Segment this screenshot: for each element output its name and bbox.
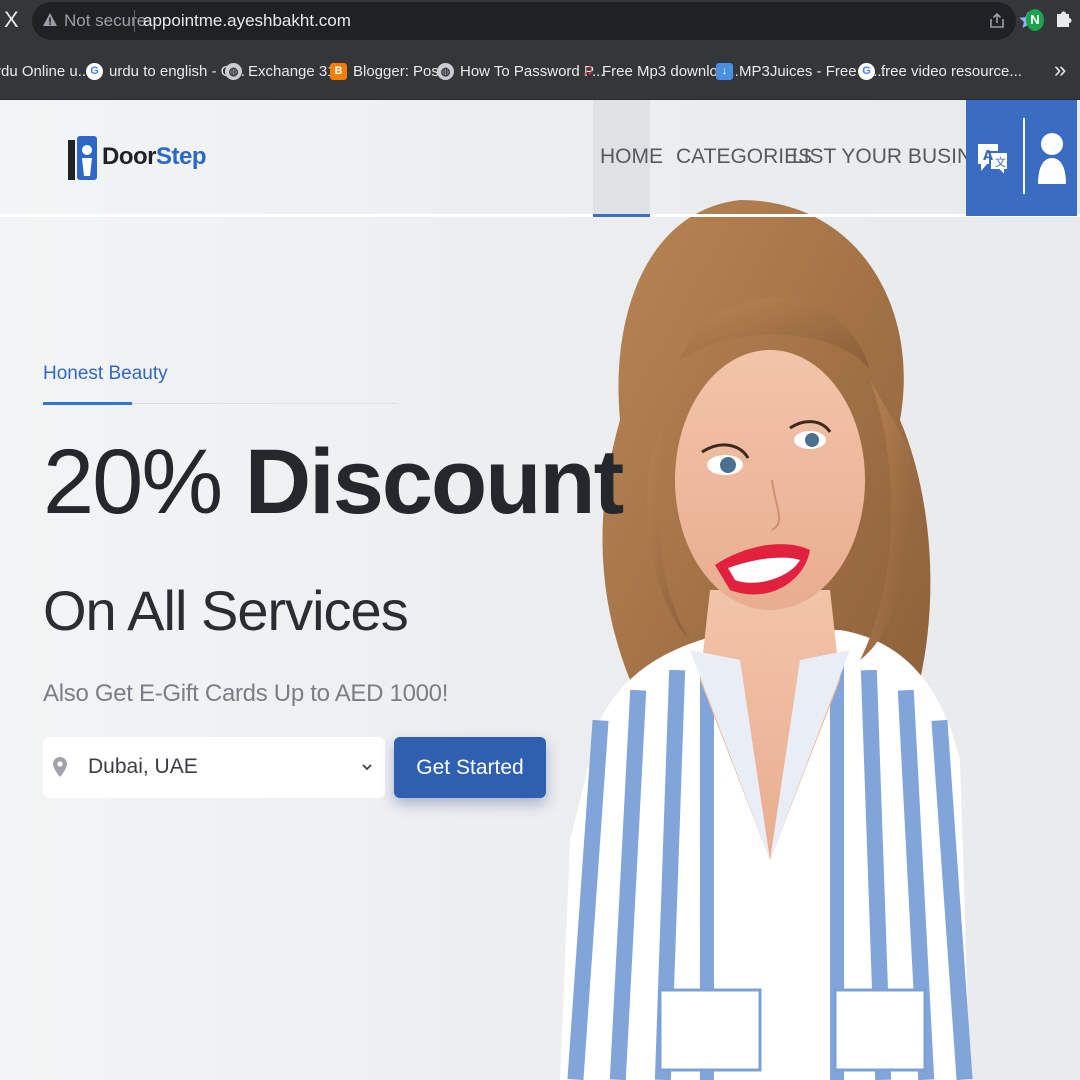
bookmark-item[interactable]: rdu Online u... — [0, 59, 90, 83]
bookmark-item[interactable]: B Blogger: Posts — [330, 59, 451, 83]
logo-text-door: Door — [102, 143, 157, 170]
google-icon: G — [86, 62, 103, 80]
doorstep-logo[interactable]: DoorStep — [68, 132, 207, 182]
svg-text:A: A — [983, 149, 993, 164]
globe-icon: ◍ — [437, 62, 454, 80]
hero-promo-text: Also Get E-Gift Cards Up to AED 1000! — [43, 680, 449, 707]
bookmark-label: free video resource... — [881, 62, 1022, 80]
globe-icon: ◍ — [225, 62, 242, 80]
logo-door-icon — [68, 136, 97, 180]
close-tab-button[interactable]: X — [4, 6, 24, 34]
location-select[interactable]: Dubai, UAE — [43, 737, 385, 798]
address-bar[interactable]: Not secure appointme.ayeshbakht.com — [32, 2, 1037, 40]
blogger-icon: B — [330, 62, 347, 80]
bookmark-item[interactable]: G urdu to english - G... — [86, 59, 245, 83]
bookmark-item[interactable]: ◍ Exchange 312 — [225, 59, 344, 83]
eyebrow-underline — [43, 402, 132, 405]
download-icon: ↓ — [716, 62, 733, 80]
bookmark-item[interactable]: G free video resource... — [858, 59, 1022, 83]
bookmarks-bar: rdu Online u... G urdu to english - G...… — [0, 43, 1080, 100]
hero-model-image — [560, 200, 973, 1080]
extension-n-icon[interactable]: N — [1026, 9, 1044, 31]
hero-subheadline: On All Services — [43, 579, 409, 642]
svg-text:文: 文 — [995, 155, 1006, 169]
bookmark-label: Blogger: Posts — [353, 62, 451, 80]
logo-text-step: Step — [156, 143, 207, 170]
eyebrow-divider — [132, 403, 396, 404]
headline-discount: Discount — [244, 431, 625, 533]
browser-toolbar: X Not secure appointme.ayeshbakht.com N — [0, 0, 1080, 43]
bookmark-label: rdu Online u... — [0, 62, 91, 80]
utility-panel: A 文 — [966, 100, 1077, 216]
warning-icon — [43, 13, 57, 26]
location-value: Dubai, UAE — [88, 755, 198, 778]
music-icon: ♫ — [581, 62, 594, 79]
site-header: DoorStep HOME CATEGORIES LIST YOUR BUSIN… — [0, 100, 1080, 217]
google-icon: G — [858, 62, 875, 80]
hero-headline: 20% Discount — [43, 426, 625, 538]
omnibox-divider — [134, 10, 135, 32]
chevron-down-icon — [362, 764, 372, 771]
share-icon[interactable] — [988, 12, 1006, 30]
utility-divider — [1023, 118, 1025, 194]
extensions-puzzle-icon[interactable] — [1054, 8, 1074, 30]
nav-home[interactable]: HOME — [600, 145, 663, 175]
user-icon[interactable] — [1036, 128, 1068, 186]
translate-icon[interactable]: A 文 — [976, 138, 1010, 182]
more-bookmarks-button[interactable]: » — [1054, 57, 1066, 83]
headline-percent: 20% — [43, 431, 223, 533]
bookmark-item[interactable]: ♫ Free Mp3 downloa... — [579, 59, 739, 83]
location-pin-icon — [53, 757, 67, 777]
web-page: DoorStep HOME CATEGORIES LIST YOUR BUSIN… — [0, 100, 1080, 1080]
url-text[interactable]: appointme.ayeshbakht.com — [143, 11, 351, 31]
hero-eyebrow: Honest Beauty — [43, 363, 168, 384]
get-started-button[interactable]: Get Started — [394, 737, 546, 798]
